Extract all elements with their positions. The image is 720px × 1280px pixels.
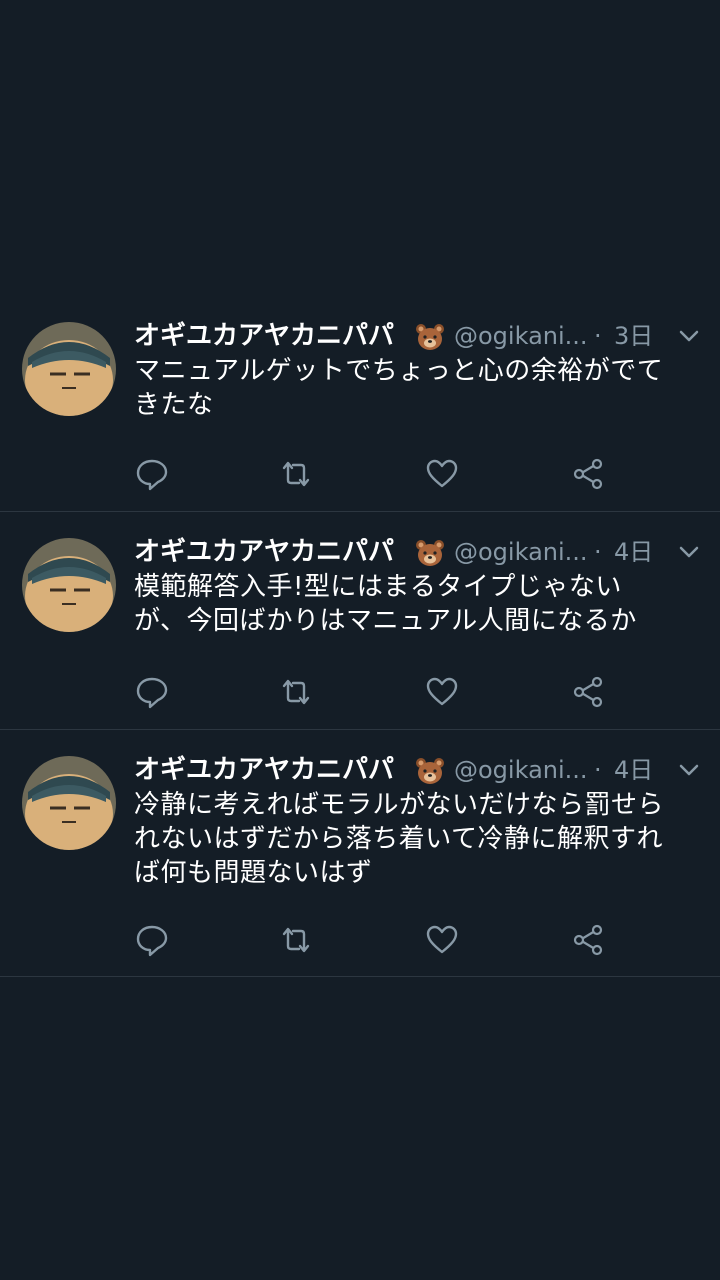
retweet-icon[interactable] xyxy=(278,456,314,492)
username-handle[interactable]: @ogikani... xyxy=(454,318,588,354)
tweet-text-line: 模範解答入手!型にはまるタイプじゃない xyxy=(134,572,622,602)
tweet-text-line: が、今回ばかりはマニュアル人間になるか xyxy=(134,606,637,636)
timestamp[interactable]: 3日 xyxy=(614,318,653,354)
tweet-text-line: ば何も問題ないはず xyxy=(134,858,373,888)
avatar[interactable] xyxy=(22,322,116,416)
username-handle[interactable]: @ogikani... xyxy=(454,534,588,570)
tweet-header: オギユカアヤカニパパ @ogikani... · xyxy=(134,534,704,570)
heart-icon[interactable] xyxy=(424,674,460,710)
chevron-down-icon[interactable] xyxy=(678,328,700,344)
tweet-actions xyxy=(134,922,614,958)
reply-icon[interactable] xyxy=(134,922,170,958)
tweet-list: オギユカアヤカニパパ @ogikani... · 3日 マニュアルゲットでちょっ… xyxy=(0,296,720,977)
chevron-down-icon[interactable] xyxy=(678,544,700,560)
username-handle[interactable]: @ogikani... xyxy=(454,752,588,788)
retweet-icon[interactable] xyxy=(278,674,314,710)
reply-icon[interactable] xyxy=(134,456,170,492)
tweet-text: マニュアルゲットでちょっと心の余裕がでて きたな xyxy=(134,354,704,422)
tweet-text-line: れないはずだから落ち着いて冷静に解釈すれ xyxy=(134,824,663,854)
bear-face-icon xyxy=(415,756,445,786)
tweet-header: オギユカアヤカニパパ @ogikani... · xyxy=(134,752,704,788)
separator-dot: · xyxy=(594,538,602,566)
timeline-screen: オギユカアヤカニパパ @ogikani... · 3日 マニュアルゲットでちょっ… xyxy=(0,0,720,1280)
timestamp[interactable]: 4日 xyxy=(614,534,653,570)
bear-face-icon xyxy=(415,538,445,568)
chevron-down-icon[interactable] xyxy=(678,762,700,778)
display-name[interactable]: オギユカアヤカニパパ xyxy=(134,318,394,354)
heart-icon[interactable] xyxy=(424,456,460,492)
tweet[interactable]: オギユカアヤカニパパ @ogikani... · xyxy=(0,512,720,730)
display-name[interactable]: オギユカアヤカニパパ xyxy=(134,752,394,788)
heart-icon[interactable] xyxy=(424,922,460,958)
timestamp[interactable]: 4日 xyxy=(614,752,653,788)
avatar[interactable] xyxy=(22,538,116,632)
tweet-header: オギユカアヤカニパパ @ogikani... · xyxy=(134,318,704,354)
tweet-actions xyxy=(134,674,614,710)
tweet-text-line: きたな xyxy=(134,390,214,420)
tweet[interactable]: オギユカアヤカニパパ @ogikani... · xyxy=(0,730,720,977)
tweet-text-line: 冷静に考えればモラルがないだけなら罰せら xyxy=(134,790,665,820)
separator-dot: · xyxy=(594,756,602,784)
display-name[interactable]: オギユカアヤカニパパ xyxy=(134,534,394,570)
bear-face-icon xyxy=(415,322,445,352)
tweet-text: 冷静に考えればモラルがないだけなら罰せら れないはずだから落ち着いて冷静に解釈す… xyxy=(134,788,704,890)
tweet-actions xyxy=(134,456,614,492)
retweet-icon[interactable] xyxy=(278,922,314,958)
separator-dot: · xyxy=(594,322,602,350)
tweet-text: 模範解答入手!型にはまるタイプじゃない が、今回ばかりはマニュアル人間になるか xyxy=(134,570,704,638)
reply-icon[interactable] xyxy=(134,674,170,710)
share-icon[interactable] xyxy=(570,674,606,710)
share-icon[interactable] xyxy=(570,456,606,492)
tweet[interactable]: オギユカアヤカニパパ @ogikani... · xyxy=(0,296,720,512)
share-icon[interactable] xyxy=(570,922,606,958)
tweet-text-line: マニュアルゲットでちょっと心の余裕がでて xyxy=(134,356,664,386)
avatar[interactable] xyxy=(22,756,116,850)
